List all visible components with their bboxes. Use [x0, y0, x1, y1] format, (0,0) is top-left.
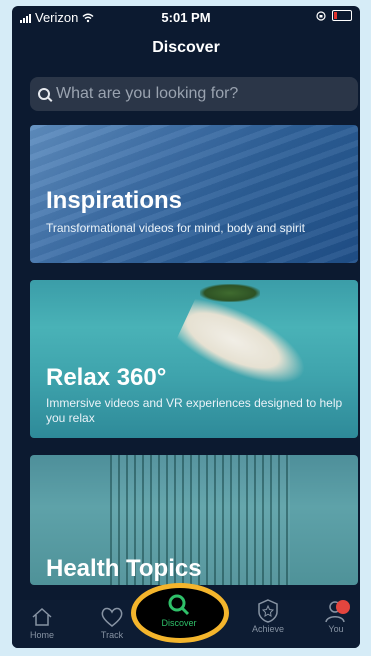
search-icon	[38, 88, 50, 100]
tab-discover[interactable]: Discover	[149, 592, 209, 634]
page-title: Discover	[152, 39, 220, 56]
sandbar-image	[173, 291, 317, 401]
badge-icon	[258, 599, 278, 623]
search-input[interactable]: What are you looking for?	[30, 77, 358, 111]
status-right	[316, 10, 352, 21]
card-title: Relax 360°	[46, 364, 167, 391]
card-inspirations[interactable]: Inspirations Transformational videos for…	[30, 125, 358, 263]
card-health-topics[interactable]: Health Topics	[30, 455, 358, 585]
search-icon	[168, 594, 190, 616]
tab-label: Achieve	[251, 624, 285, 634]
card-subtitle: Immersive videos and VR experiences desi…	[46, 396, 343, 425]
card-title: Inspirations	[46, 187, 183, 214]
tab-label: You	[328, 624, 344, 634]
status-time: 5:01 PM	[161, 10, 211, 25]
card-relax-360[interactable]: Relax 360° Immersive videos and VR exper…	[30, 280, 358, 438]
home-icon	[32, 607, 52, 626]
tab-label: Discover	[161, 618, 197, 628]
status-bar: Verizon 5:01 PM	[12, 6, 360, 30]
search-placeholder: What are you looking for?	[56, 85, 239, 102]
battery-icon	[332, 10, 352, 21]
card-subtitle: Transformational videos for mind, body a…	[46, 221, 306, 235]
heart-icon	[101, 607, 123, 627]
tab-label: Track	[100, 630, 124, 640]
notification-badge	[336, 600, 350, 614]
tab-you[interactable]: You	[306, 598, 366, 640]
tab-label: Home	[29, 630, 54, 640]
orientation-lock-icon	[316, 10, 326, 21]
tab-achieve[interactable]: Achieve	[238, 598, 298, 640]
app-frame: Verizon 5:01 PM Discover What are you lo…	[12, 6, 360, 648]
tab-home[interactable]: Home	[12, 604, 72, 646]
card-title: Health Topics	[46, 555, 202, 582]
